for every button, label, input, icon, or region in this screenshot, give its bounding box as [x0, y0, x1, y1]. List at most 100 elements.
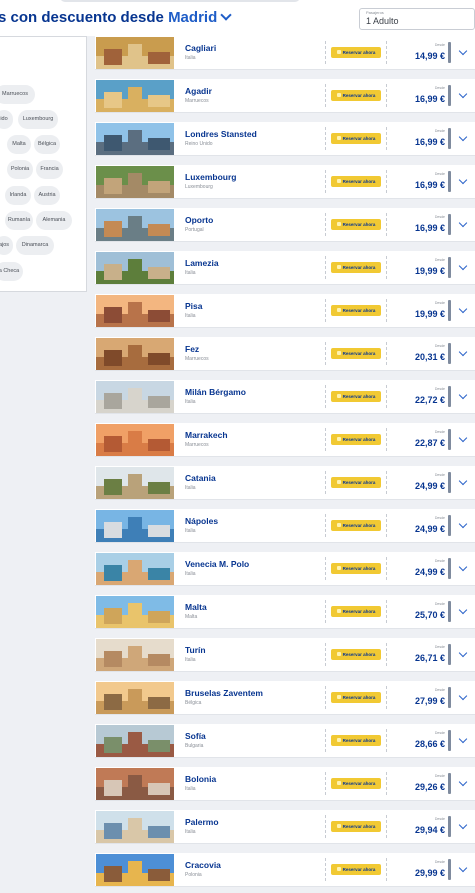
- chevron-down-icon[interactable]: [458, 46, 468, 56]
- book-now-button[interactable]: Reservar ahora: [331, 47, 381, 58]
- book-now-button[interactable]: Reservar ahora: [331, 176, 381, 187]
- chevron-down-icon[interactable]: [458, 89, 468, 99]
- book-now-button[interactable]: Reservar ahora: [331, 133, 381, 144]
- chevron-down-icon[interactable]: [458, 261, 468, 271]
- destination-row[interactable]: Nápoles Italia Reservar ahora Desde 24,99 €: [95, 509, 475, 543]
- chevron-down-icon[interactable]: [458, 605, 468, 615]
- filter-chip[interactable]: Francia: [36, 160, 63, 179]
- filter-chip[interactable]: Rumanía: [5, 211, 33, 230]
- book-now-button[interactable]: Reservar ahora: [331, 520, 381, 531]
- filter-chip[interactable]: Luxembourg: [18, 110, 58, 129]
- destination-row[interactable]: Cagliari Italia Reservar ahora Desde 14,99 €: [95, 36, 475, 70]
- destination-row[interactable]: Fez Marruecos Reservar ahora Desde 20,31 €: [95, 337, 475, 371]
- destination-row[interactable]: Milán Bérgamo Italia Reservar ahora Desde 22…: [95, 380, 475, 414]
- destination-row[interactable]: Palermo Italia Reservar ahora Desde 29,94 €: [95, 810, 475, 844]
- destination-row[interactable]: Agadir Marruecos Reservar ahora Desde 16,99 …: [95, 79, 475, 113]
- book-now-button[interactable]: Reservar ahora: [331, 692, 381, 703]
- book-now-button[interactable]: Reservar ahora: [331, 563, 381, 574]
- destination-name[interactable]: Agadir: [185, 86, 212, 96]
- destination-name[interactable]: Oporto: [185, 215, 213, 225]
- book-now-button[interactable]: Reservar ahora: [331, 434, 381, 445]
- destination-row[interactable]: Catania Italia Reservar ahora Desde 24,99 €: [95, 466, 475, 500]
- destination-row[interactable]: Londres Stansted Reino Unido Reservar ahor…: [95, 122, 475, 156]
- destination-row[interactable]: Bolonia Italia Reservar ahora Desde 29,26 €: [95, 767, 475, 801]
- chevron-down-icon[interactable]: [458, 734, 468, 744]
- destination-name[interactable]: Luxembourg: [185, 172, 236, 182]
- chevron-down-icon[interactable]: [458, 820, 468, 830]
- chevron-down-icon[interactable]: [458, 390, 468, 400]
- destination-name[interactable]: Catania: [185, 473, 216, 483]
- book-now-button[interactable]: Reservar ahora: [331, 606, 381, 617]
- destination-row[interactable]: Sofía Bulgaria Reservar ahora Desde 28,66 €: [95, 724, 475, 758]
- filter-chip[interactable]: a Checa: [0, 262, 23, 281]
- destination-row[interactable]: Malta Malta Reservar ahora Desde 25,70 €: [95, 595, 475, 629]
- book-now-button[interactable]: Reservar ahora: [331, 219, 381, 230]
- destination-name[interactable]: Fez: [185, 344, 199, 354]
- destination-name[interactable]: Sofía: [185, 731, 206, 741]
- book-now-button[interactable]: Reservar ahora: [331, 778, 381, 789]
- destination-name[interactable]: Bruselas Zaventem: [185, 688, 263, 698]
- book-now-button[interactable]: Reservar ahora: [331, 90, 381, 101]
- chevron-down-icon[interactable]: [220, 9, 232, 21]
- book-now-button[interactable]: Reservar ahora: [331, 649, 381, 660]
- destination-row[interactable]: Pisa Italia Reservar ahora Desde 19,99 €: [95, 294, 475, 328]
- destination-name[interactable]: Malta: [185, 602, 207, 612]
- filter-chip[interactable]: Austria: [34, 186, 60, 205]
- destination-row[interactable]: Luxembourg Luxembourg Reservar ahora Desde 1…: [95, 165, 475, 199]
- filter-chip[interactable]: ajos: [0, 236, 13, 255]
- filter-chip[interactable]: Dinamarca: [16, 236, 54, 255]
- destination-name[interactable]: Turín: [185, 645, 206, 655]
- chevron-down-icon[interactable]: [458, 218, 468, 228]
- chevron-down-icon[interactable]: [458, 691, 468, 701]
- destination-name[interactable]: Palermo: [185, 817, 219, 827]
- destination-name[interactable]: Pisa: [185, 301, 203, 311]
- destination-name[interactable]: Venecia M. Polo: [185, 559, 249, 569]
- destination-name[interactable]: Marrakech: [185, 430, 228, 440]
- destination-name[interactable]: Londres Stansted: [185, 129, 257, 139]
- destination-row[interactable]: Lamezia Italia Reservar ahora Desde 19,99 €: [95, 251, 475, 285]
- photo-building: [128, 861, 142, 883]
- book-now-button[interactable]: Reservar ahora: [331, 262, 381, 273]
- destination-name[interactable]: Milán Bérgamo: [185, 387, 246, 397]
- destination-row[interactable]: Bruselas Zaventem Bélgica Reservar ahora De…: [95, 681, 475, 715]
- book-now-button[interactable]: Reservar ahora: [331, 305, 381, 316]
- destination-name[interactable]: Lamezia: [185, 258, 219, 268]
- origin-selector[interactable]: Madrid: [168, 9, 217, 26]
- chevron-down-icon[interactable]: [458, 347, 468, 357]
- book-now-button[interactable]: Reservar ahora: [331, 821, 381, 832]
- destination-name[interactable]: Nápoles: [185, 516, 218, 526]
- chevron-down-icon[interactable]: [458, 476, 468, 486]
- filter-chip[interactable]: Polonia: [7, 160, 33, 179]
- chevron-down-icon[interactable]: [458, 433, 468, 443]
- book-now-button[interactable]: Reservar ahora: [331, 391, 381, 402]
- filter-chip[interactable]: Bélgica: [34, 135, 60, 154]
- chevron-down-icon[interactable]: [458, 777, 468, 787]
- chevron-down-icon[interactable]: [458, 304, 468, 314]
- chevron-down-icon[interactable]: [458, 562, 468, 572]
- book-now-button[interactable]: Reservar ahora: [331, 348, 381, 359]
- destination-row[interactable]: Marrakech Marruecos Reservar ahora Desde 22,…: [95, 423, 475, 457]
- chevron-down-icon[interactable]: [458, 648, 468, 658]
- chevron-down-icon[interactable]: [458, 175, 468, 185]
- destination-row[interactable]: Turín Italia Reservar ahora Desde 26,71 €: [95, 638, 475, 672]
- destination-photo: [96, 295, 174, 327]
- book-now-button[interactable]: Reservar ahora: [331, 477, 381, 488]
- filter-chip[interactable]: Irlanda: [5, 186, 31, 205]
- destination-name[interactable]: Cagliari: [185, 43, 216, 53]
- destination-row[interactable]: Oporto Portugal Reservar ahora Desde 16,99 €: [95, 208, 475, 242]
- filter-chip[interactable]: Alemania: [36, 211, 72, 230]
- destination-row[interactable]: Cracovia Polonia Reservar ahora Desde 29,99 …: [95, 853, 475, 887]
- filter-chip[interactable]: Malta: [7, 135, 31, 154]
- book-now-button[interactable]: Reservar ahora: [331, 735, 381, 746]
- chevron-down-icon[interactable]: [458, 519, 468, 529]
- chevron-down-icon[interactable]: [458, 132, 468, 142]
- price-from-label: Desde: [434, 215, 445, 219]
- chevron-down-icon[interactable]: [458, 863, 468, 873]
- passengers-selector[interactable]: Pasajeros 1 Adulto: [359, 8, 475, 30]
- book-now-button[interactable]: Reservar ahora: [331, 864, 381, 875]
- filter-chip[interactable]: Marruecos: [0, 85, 35, 104]
- filter-chip[interactable]: ido: [0, 110, 13, 129]
- destination-row[interactable]: Venecia M. Polo Italia Reservar ahora Desde…: [95, 552, 475, 586]
- destination-name[interactable]: Cracovia: [185, 860, 221, 870]
- destination-name[interactable]: Bolonia: [185, 774, 216, 784]
